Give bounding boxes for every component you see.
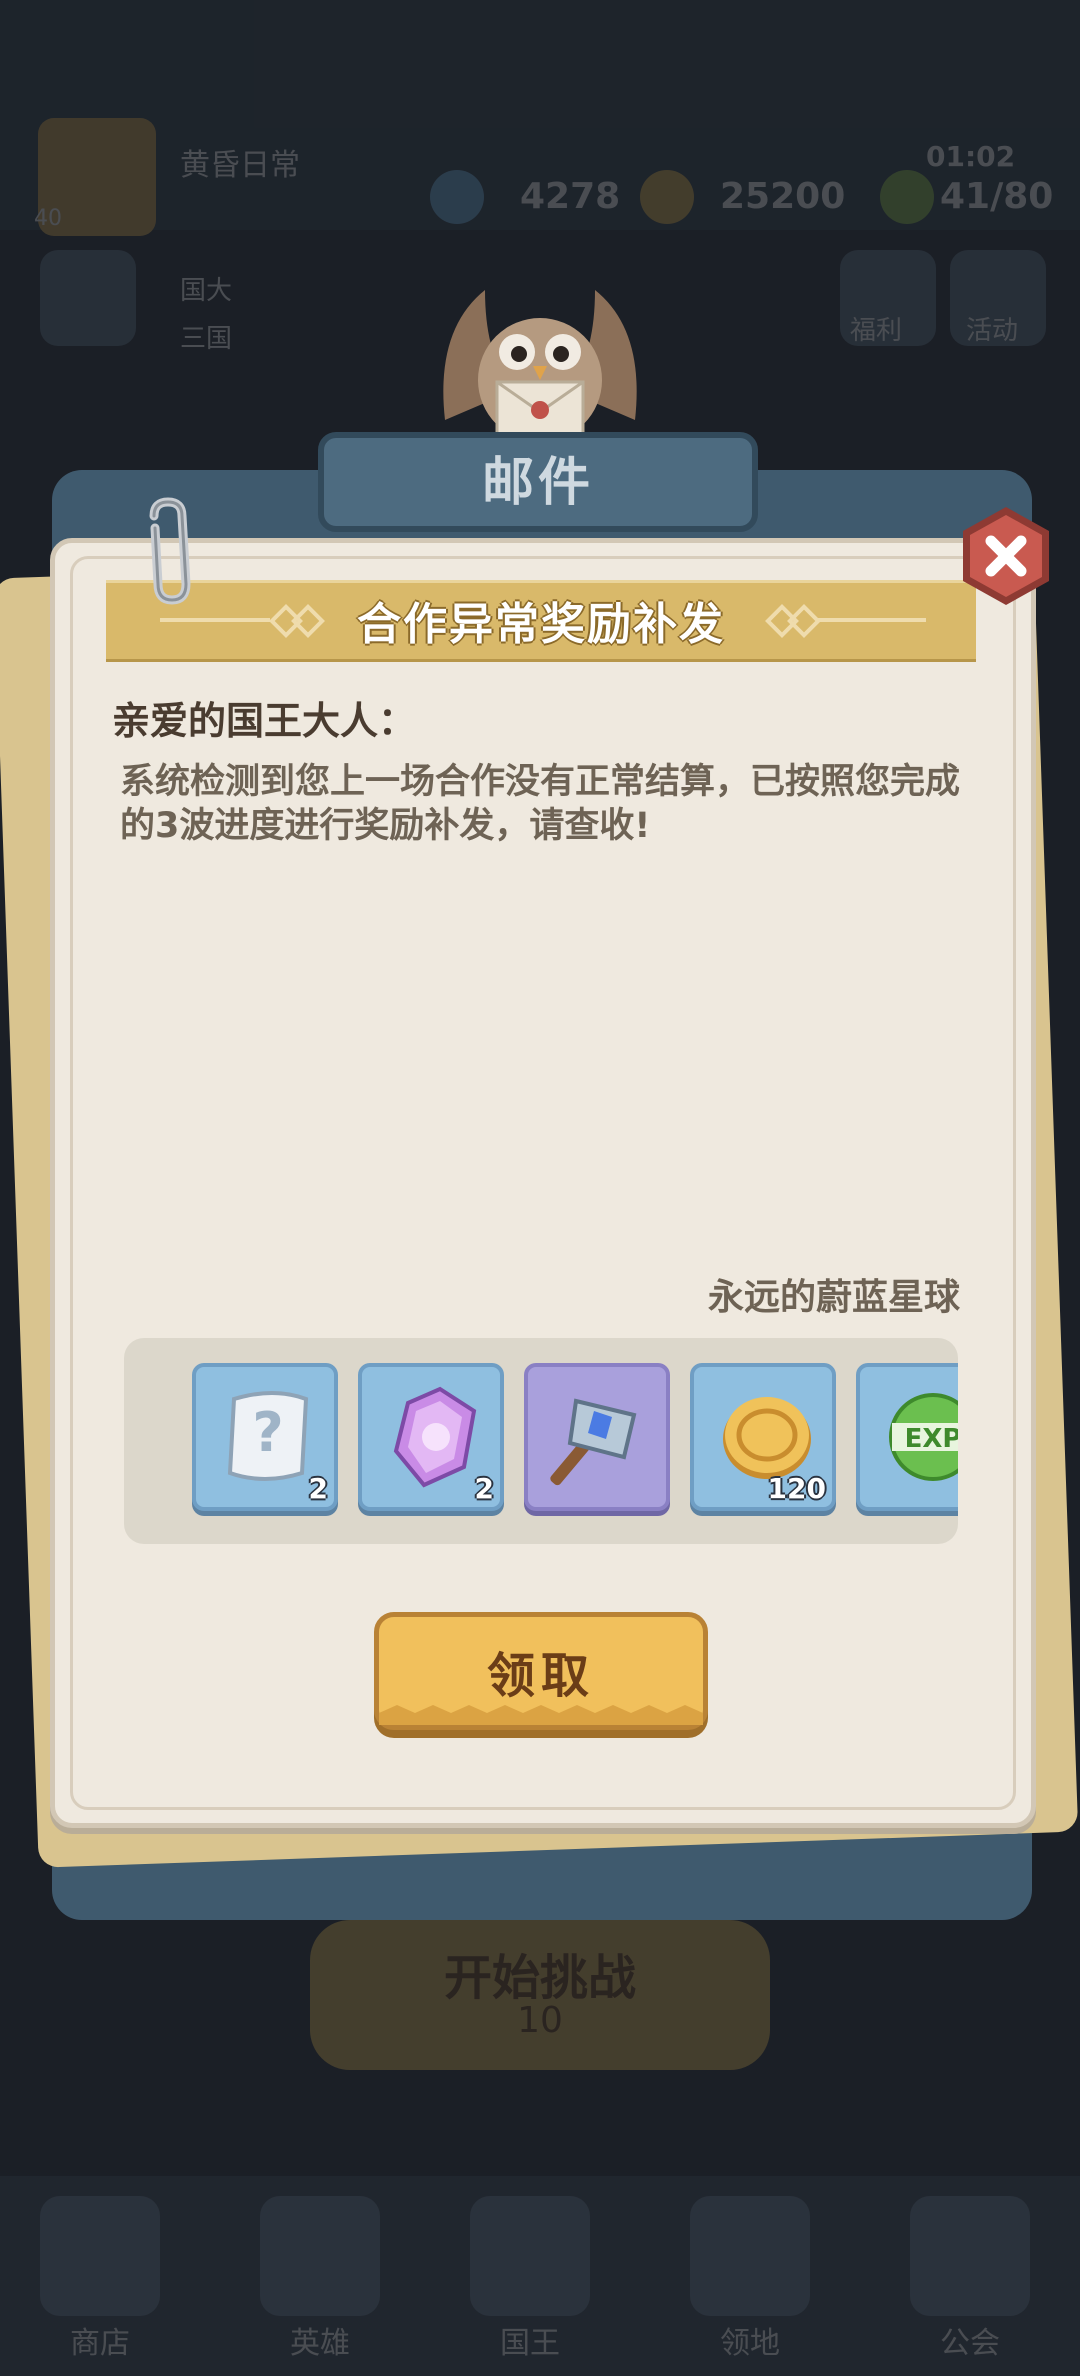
claim-button-label: 领取 xyxy=(486,1648,595,1704)
reward-qty: 2 xyxy=(308,1472,328,1505)
mail-header-title: 邮件 xyxy=(481,453,594,513)
owl-mascot-icon xyxy=(443,290,637,440)
reward-item[interactable]: ? 2 xyxy=(192,1363,338,1511)
reward-item[interactable]: 120 xyxy=(690,1363,836,1511)
svg-text:EXP: EXP xyxy=(905,1424,958,1454)
mail-greeting: 亲爱的国王大人： xyxy=(112,699,417,743)
mail-signature: 永远的蔚蓝星球 xyxy=(707,1277,960,1318)
mail-title: 合作异常奖励补发 xyxy=(357,599,725,650)
mystery-scroll-icon: ? xyxy=(227,1391,309,1481)
svg-text:?: ? xyxy=(252,1401,283,1464)
rewards-scroller[interactable]: ? 2 2 120 EXP xyxy=(192,1363,958,1531)
reward-item[interactable] xyxy=(524,1363,670,1511)
mail-body: 系统检测到您上一场合作没有正常结算，已按照您完成的3波进度进行奖励补发，请查收! xyxy=(120,762,961,846)
reward-item[interactable]: 2 xyxy=(358,1363,504,1511)
exp-orb-icon: EXP xyxy=(889,1393,958,1481)
close-button[interactable] xyxy=(953,503,1059,609)
reward-qty: 120 xyxy=(767,1472,826,1505)
reward-qty: 2 xyxy=(474,1472,494,1505)
rewards-list[interactable]: ? 2 2 120 EXP xyxy=(124,1338,958,1544)
purple-crystal-icon xyxy=(393,1386,477,1488)
reward-item[interactable]: EXP xyxy=(856,1363,958,1511)
crystal-hammer-icon xyxy=(550,1398,637,1486)
paperclip-icon xyxy=(149,497,191,605)
claim-button-trim xyxy=(379,1705,703,1725)
